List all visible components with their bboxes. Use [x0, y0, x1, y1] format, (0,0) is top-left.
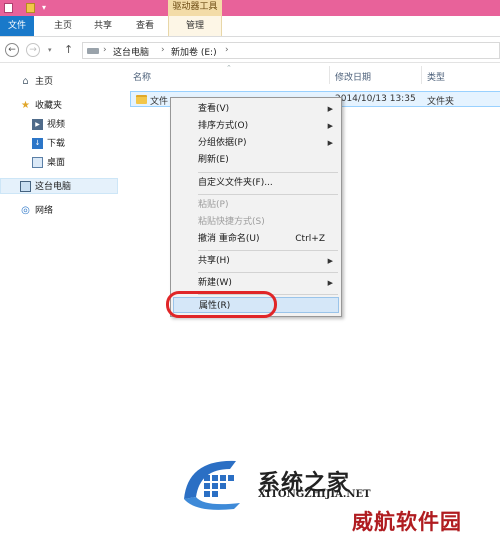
menu-separator	[198, 250, 338, 251]
menu-item-refresh[interactable]: 刷新(E)	[173, 152, 339, 168]
folder-icon	[136, 95, 147, 104]
submenu-arrow-icon: ▶	[327, 257, 333, 265]
logo-url: XITONGZHIJIA.NET	[258, 489, 371, 500]
tab-share[interactable]: 共享	[88, 16, 118, 36]
breadcrumb-this-pc[interactable]: 这台电脑	[113, 45, 149, 58]
menu-item-paste[interactable]: 粘贴(P)	[173, 197, 339, 213]
computer-icon	[20, 181, 31, 192]
context-menu: 查看(V) ▶ 排序方式(O) ▶ 分组依据(P) ▶ 刷新(E) 自定义文件夹…	[170, 97, 342, 317]
home-icon: ⌂	[22, 76, 29, 87]
column-divider[interactable]	[421, 66, 422, 84]
tab-file[interactable]: 文件	[0, 16, 34, 36]
menu-item-share[interactable]: 共享(H) ▶	[173, 253, 339, 269]
sidebar-item-downloads[interactable]: ↓ 下载	[0, 136, 118, 152]
ribbon: 文件 主页 共享 查看 管理	[0, 16, 500, 37]
menu-item-sort-by[interactable]: 排序方式(O) ▶	[173, 118, 339, 134]
menu-item-view[interactable]: 查看(V) ▶	[173, 101, 339, 117]
sidebar-item-network[interactable]: ◎ 网络	[0, 203, 118, 219]
column-header-date[interactable]: 修改日期	[335, 70, 371, 83]
contextual-tab-header: 驱动器工具	[168, 0, 222, 16]
sidebar-item-videos[interactable]: ▶ 视频	[0, 117, 118, 133]
menu-separator	[198, 272, 338, 273]
up-arrow-icon[interactable]: ↑	[64, 43, 73, 56]
sort-ascending-icon: ⌃	[226, 64, 232, 72]
breadcrumb-volume-e[interactable]: 新加卷 (E:)	[171, 45, 217, 58]
submenu-arrow-icon: ▶	[327, 279, 333, 287]
menu-item-group-by[interactable]: 分组依据(P) ▶	[173, 135, 339, 151]
menu-separator	[198, 194, 338, 195]
folder-icon[interactable]	[26, 3, 35, 13]
column-header-type[interactable]: 类型	[427, 70, 445, 83]
sidebar-item-desktop[interactable]: 桌面	[0, 155, 118, 171]
submenu-arrow-icon: ▶	[327, 139, 333, 147]
logo-graphic-icon	[184, 460, 240, 510]
desktop-icon	[32, 157, 43, 168]
video-folder-icon: ▶	[32, 119, 43, 130]
sidebar-item-home[interactable]: ⌂ 主页	[0, 74, 118, 90]
download-folder-icon: ↓	[32, 138, 43, 149]
back-button[interactable]: ←	[5, 43, 19, 57]
column-divider[interactable]	[329, 66, 330, 84]
star-icon: ★	[21, 100, 30, 111]
navigation-pane: ⌂ 主页 ★ 收藏夹 ▶ 视频 ↓ 下载 桌面 这台电脑 ◎ 网络	[0, 64, 118, 547]
column-header-name[interactable]: 名称	[133, 70, 151, 83]
sidebar-item-favorites[interactable]: ★ 收藏夹	[0, 98, 118, 114]
breadcrumb-separator-icon[interactable]: ›	[225, 45, 229, 55]
drive-icon	[87, 48, 99, 54]
menu-item-customize-folder[interactable]: 自定义文件夹(F)...	[173, 175, 339, 191]
menu-separator	[198, 172, 338, 173]
watermark-text: 威航软件园	[352, 510, 462, 534]
forward-button[interactable]: →	[26, 43, 40, 57]
submenu-arrow-icon: ▶	[327, 105, 333, 113]
submenu-arrow-icon: ▶	[327, 122, 333, 130]
shortcut-label: Ctrl+Z	[295, 234, 325, 244]
title-bar: ▾ 驱动器工具	[0, 0, 500, 16]
menu-item-undo-rename[interactable]: 撤消 重命名(U) Ctrl+Z	[173, 231, 339, 247]
chevron-down-icon[interactable]: ▾	[42, 3, 46, 12]
file-name: 文件	[150, 97, 169, 107]
tab-manage[interactable]: 管理	[168, 16, 222, 36]
menu-item-new[interactable]: 新建(W) ▶	[173, 275, 339, 291]
document-icon[interactable]	[4, 3, 13, 13]
tab-home[interactable]: 主页	[48, 16, 78, 36]
address-bar-row: ← → ▾ ↑ › 这台电脑 › 新加卷 (E:) ›	[0, 37, 500, 63]
address-box[interactable]: › 这台电脑 › 新加卷 (E:) ›	[82, 42, 500, 59]
breadcrumb-separator-icon[interactable]: ›	[161, 45, 165, 55]
breadcrumb-separator-icon[interactable]: ›	[103, 45, 107, 55]
file-date: 2014/10/13 13:35	[335, 94, 416, 104]
recent-locations-icon[interactable]: ▾	[48, 46, 52, 54]
file-type: 文件夹	[427, 97, 455, 107]
network-icon: ◎	[21, 205, 30, 216]
menu-item-paste-shortcut[interactable]: 粘贴快捷方式(S)	[173, 214, 339, 230]
tab-view[interactable]: 查看	[130, 16, 160, 36]
sidebar-item-this-pc[interactable]: 这台电脑	[0, 178, 118, 194]
highlight-annotation-ring	[166, 291, 277, 318]
